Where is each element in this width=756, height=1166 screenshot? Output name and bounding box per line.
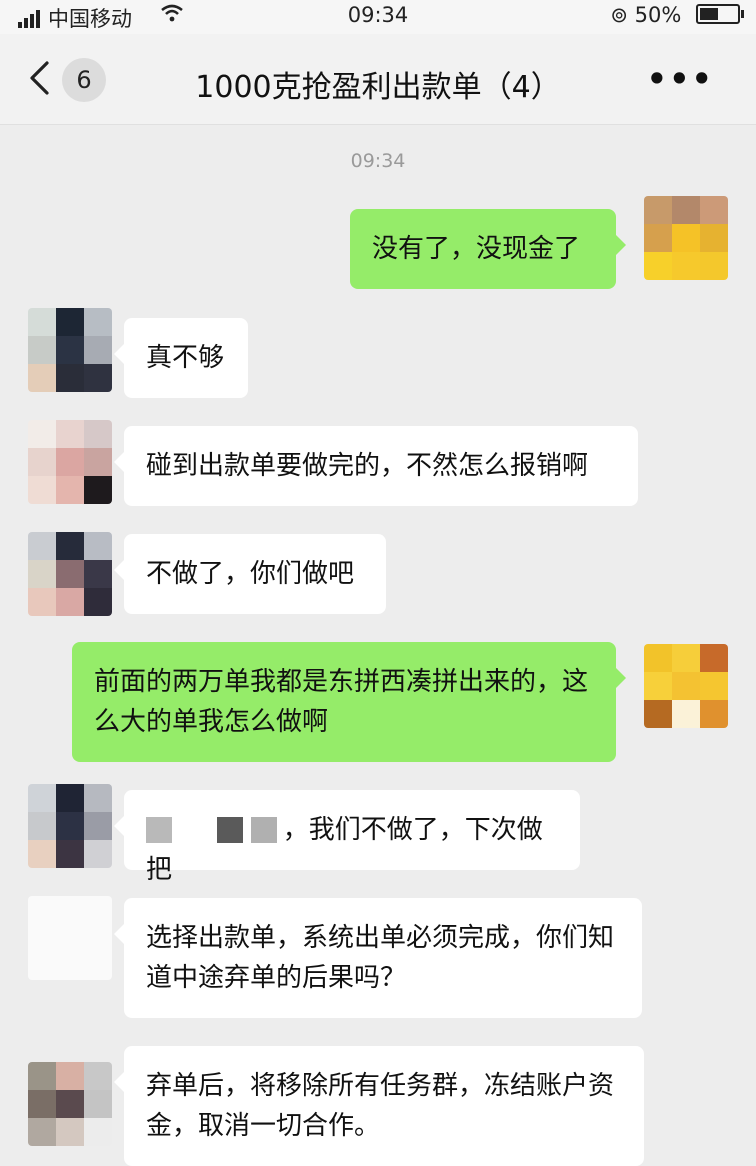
message-bubble-other[interactable]: 选择出款单，系统出单必须完成，你们知道中途弃单的后果吗？ — [114, 898, 642, 1018]
alarm-icon: ⊚ — [610, 3, 628, 27]
message-bubble-other[interactable]: 不做了，你们做吧 — [114, 534, 386, 614]
chat-header: 6 1000克抢盈利出款单（4） ••• — [0, 34, 756, 125]
avatar[interactable] — [28, 420, 112, 504]
battery-percent: 50% — [634, 3, 682, 27]
message-bubble-self[interactable]: 没有了，没现金了 — [350, 209, 626, 289]
redacted-block — [250, 817, 277, 843]
avatar[interactable] — [644, 644, 728, 728]
redacted-block — [180, 817, 209, 843]
message-bubble-self[interactable]: 前面的两万单我都是东拼西凑拼出来的，这么大的单我怎么做啊 — [72, 642, 626, 762]
avatar[interactable] — [644, 196, 728, 280]
message-bubble-other[interactable]: 真不够 — [114, 318, 248, 398]
avatar[interactable] — [28, 896, 112, 980]
message-text: 碰到出款单要做完的，不然怎么报销啊 — [146, 451, 589, 481]
message-text: 真不够 — [146, 343, 225, 373]
avatar[interactable] — [28, 308, 112, 392]
message-bubble-other[interactable]: ，我们不做了，下次做把 — [114, 790, 580, 885]
message-text: 没有了，没现金了 — [372, 234, 581, 264]
message-timestamp: 09:34 — [350, 150, 406, 172]
message-text: 不做了，你们做吧 — [146, 559, 355, 589]
battery-icon — [696, 4, 744, 24]
message-bubble-other[interactable]: 弃单后，将移除所有任务群，冻结账户资金，取消一切合作。 — [114, 1046, 644, 1166]
message-text: 前面的两万单我都是东拼西凑拼出来的，这么大的单我怎么做啊 — [94, 667, 589, 737]
avatar[interactable] — [28, 1062, 112, 1146]
avatar[interactable] — [28, 784, 112, 868]
avatar[interactable] — [28, 532, 112, 616]
message-text: 选择出款单，系统出单必须完成，你们知道中途弃单的后果吗？ — [146, 923, 615, 993]
message-text: 弃单后，将移除所有任务群，冻结账户资金，取消一切合作。 — [146, 1071, 615, 1141]
message-bubble-other[interactable]: 碰到出款单要做完的，不然怎么报销啊 — [114, 426, 638, 506]
more-options-icon[interactable]: ••• — [647, 60, 714, 98]
redacted-block — [216, 817, 243, 843]
redacted-block — [146, 817, 172, 843]
status-bar: 中国移动 09:34 ⊚ 50% — [0, 0, 756, 34]
status-right: ⊚ 50% — [610, 3, 744, 27]
chat-title: 1000克抢盈利出款单（4） — [195, 70, 561, 105]
